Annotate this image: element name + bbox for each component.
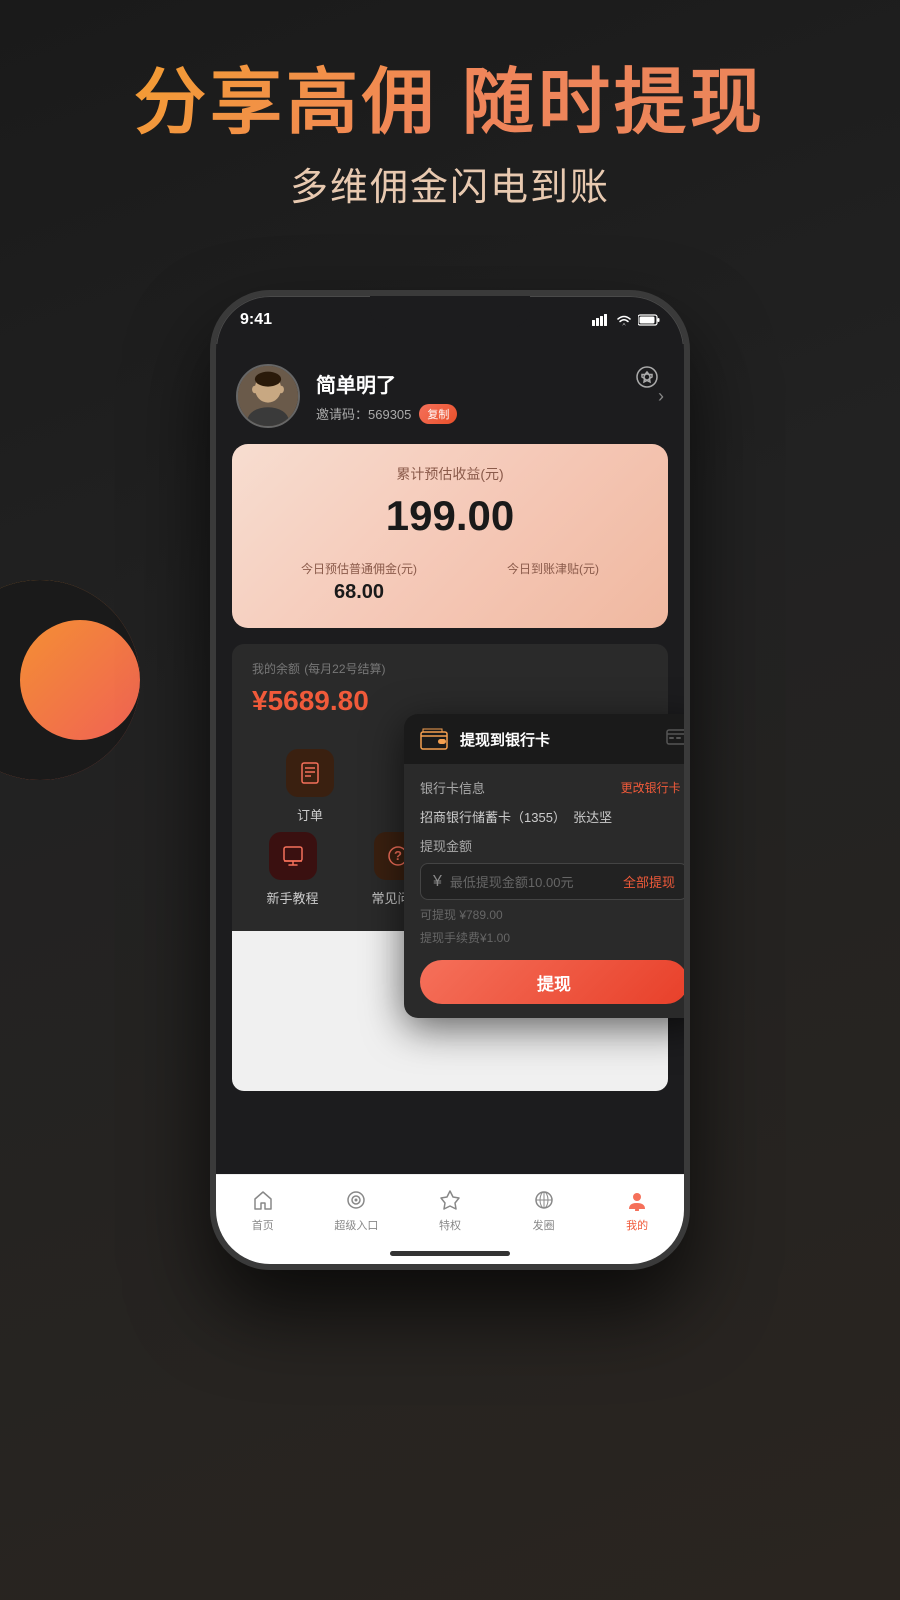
today-subsidy-label: 今日到账津贴(元): [507, 560, 599, 577]
popup-header: 提现到银行卡: [404, 714, 684, 764]
balance-label: 我的余额 (每月22号结算): [252, 660, 648, 677]
hero-section: 分享高佣 随时提现 多维佣金闪电到账: [0, 60, 900, 211]
phone-content: 简单明了 邀请码：569305 复制 › 累计预估收益(元) 199.00 今: [216, 344, 684, 1264]
bank-info-label: 银行卡信息: [420, 778, 485, 797]
phone-notch: [370, 296, 530, 328]
menu-item-order[interactable]: 订单: [270, 749, 350, 824]
available-amount-text: 可提现 ¥789.00: [420, 906, 684, 923]
popup-body: 银行卡信息 更改银行卡 › 招商银行储蓄卡（1355） 张达坚 提现金额 ¥ 最…: [404, 764, 684, 1018]
nav-mine[interactable]: 我的: [607, 1187, 667, 1233]
popup-tab-bank[interactable]: 提现到银行卡: [460, 729, 550, 750]
fee-text: 提现手续费¥1.00: [420, 929, 684, 946]
home-indicator: [390, 1251, 510, 1256]
super-icon: [343, 1187, 369, 1213]
avatar[interactable]: [236, 364, 300, 428]
order-icon: [296, 759, 324, 787]
order-icon-wrapper: [286, 749, 334, 797]
bank-info-row: 银行卡信息 更改银行卡 ›: [420, 778, 684, 797]
menu-label-tutorial: 新手教程: [266, 888, 318, 907]
earnings-card: 累计预估收益(元) 199.00 今日预估普通佣金(元) 68.00 今日到账津…: [232, 444, 668, 628]
nav-moments-label: 发圈: [533, 1217, 555, 1233]
profile-section: 简单明了 邀请码：569305 复制 ›: [216, 344, 684, 444]
tutorial-icon: [279, 842, 307, 870]
svg-text:?: ?: [394, 848, 402, 863]
home-icon: [250, 1187, 276, 1213]
profile-name: 简单明了: [316, 369, 642, 398]
settings-icon[interactable]: [630, 360, 664, 394]
status-time: 9:41: [240, 311, 272, 329]
battery-icon: [638, 314, 660, 326]
nav-moments[interactable]: 发圈: [514, 1187, 574, 1233]
amount-input[interactable]: ¥ 最低提现金额10.00元 全部提现: [420, 863, 684, 900]
status-icons: [592, 314, 660, 326]
wifi-icon: [616, 314, 632, 326]
phone-frame: 9:41: [210, 290, 690, 1270]
hero-subtitle: 多维佣金闪电到账: [0, 156, 900, 211]
balance-amount: ¥5689.80: [252, 685, 648, 717]
hero-title: 分享高佣 随时提现: [0, 60, 900, 146]
profile-invite: 邀请码：569305 复制: [316, 404, 642, 424]
nav-super-label: 超级入口: [334, 1217, 378, 1233]
phone-mockup: 9:41: [210, 290, 690, 1270]
earnings-total-amount: 199.00: [256, 492, 644, 540]
today-commission: 今日预估普通佣金(元) 68.00: [301, 560, 417, 604]
nav-home-label: 首页: [252, 1217, 274, 1233]
mine-icon: [624, 1187, 650, 1213]
today-commission-value: 68.00: [301, 581, 417, 604]
earnings-total-label: 累计预估收益(元): [256, 464, 644, 484]
popup-tab-other[interactable]: [666, 729, 684, 750]
nav-mine-label: 我的: [626, 1217, 648, 1233]
nav-privilege[interactable]: 特权: [420, 1187, 480, 1233]
moments-icon: [531, 1187, 557, 1213]
menu-item-tutorial[interactable]: 新手教程: [253, 832, 333, 907]
change-bank-link[interactable]: 更改银行卡 ›: [621, 779, 684, 796]
earnings-detail-row: 今日预估普通佣金(元) 68.00 今日到账津贴(元): [256, 560, 644, 604]
amount-label: 提现金额: [420, 836, 684, 855]
invite-label: 邀请码：569305: [316, 404, 411, 423]
withdrawal-popup: 提现到银行卡 银行卡信息 更改银行卡 ›: [404, 714, 684, 1018]
privilege-icon: [437, 1187, 463, 1213]
bank-details: 招商银行储蓄卡（1355） 张达坚: [420, 807, 684, 826]
menu-label-order: 订单: [297, 805, 323, 824]
profile-info: 简单明了 邀请码：569305 复制: [316, 369, 642, 424]
nav-privilege-label: 特权: [439, 1217, 461, 1233]
nav-home[interactable]: 首页: [233, 1187, 293, 1233]
currency-symbol: ¥: [433, 873, 442, 891]
withdraw-button[interactable]: 提现: [420, 960, 684, 1004]
withdraw-all-button[interactable]: 全部提现: [623, 872, 675, 891]
signal-icon: [592, 314, 610, 326]
tutorial-icon-wrapper: [269, 832, 317, 880]
wallet-icon: [420, 728, 448, 750]
copy-button[interactable]: 复制: [419, 404, 457, 424]
today-commission-label: 今日预估普通佣金(元): [301, 560, 417, 577]
amount-placeholder-text: 最低提现金额10.00元: [450, 872, 615, 891]
today-subsidy: 今日到账津贴(元): [507, 560, 599, 604]
nav-super[interactable]: 超级入口: [326, 1187, 386, 1233]
